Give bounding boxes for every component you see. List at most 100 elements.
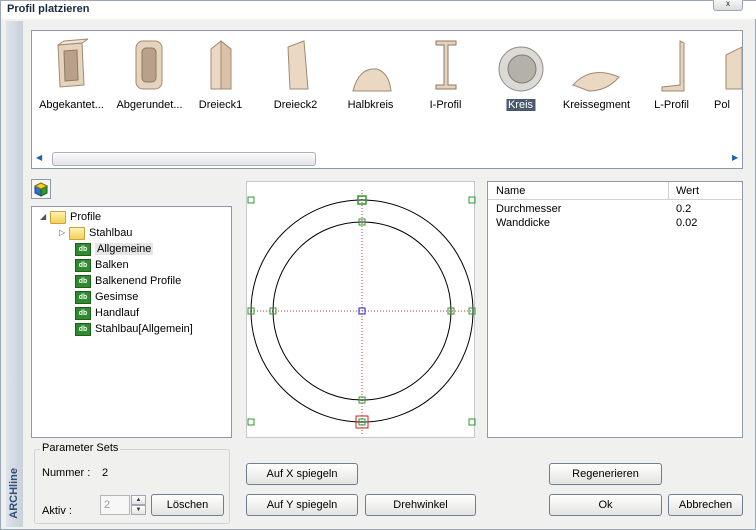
database-icon: db — [75, 290, 91, 304]
expand-triangle-icon[interactable]: ▷ — [59, 225, 69, 241]
preview-canvas — [247, 190, 476, 434]
profile-preview[interactable] — [246, 181, 476, 438]
circle-segment-profile-icon — [572, 72, 620, 92]
scroll-right-arrow-icon[interactable]: ▶ — [732, 153, 738, 162]
column-header-value[interactable]: Wert — [676, 185, 699, 197]
nummer-label: Nummer : — [42, 467, 91, 479]
tree-item-balken[interactable]: db Balken — [75, 257, 129, 273]
title-bar: Profil platzieren x — [1, 0, 756, 19]
parameter-sets-title: Parameter Sets — [40, 442, 121, 454]
tree-item-label: Balkenend Profile — [95, 275, 182, 287]
i-beam-profile-icon — [435, 40, 457, 90]
tree-item-label: Stahlbau — [89, 227, 133, 239]
folder-icon — [50, 210, 66, 224]
triangle2-profile-icon — [287, 40, 309, 90]
gallery-item-label: Dreieck2 — [273, 99, 318, 111]
gallery-scrollbar-thumb[interactable] — [52, 152, 316, 166]
column-separator[interactable] — [668, 182, 669, 199]
gallery-item-halbkreis[interactable]: Halbkreis — [333, 31, 408, 121]
tree-item-allgemeine[interactable]: db Allgemeine — [75, 241, 154, 257]
corner-handle — [247, 418, 255, 426]
gallery-item-kreissegment[interactable]: Kreissegment — [559, 31, 634, 121]
profile-tree: ◢ Profile ▷ Stahlbau db Allgemeine db Balken… — [31, 206, 232, 438]
aktiv-label: Aktiv : — [42, 505, 72, 517]
tree-item-label: Allgemeine — [95, 243, 154, 255]
database-icon: db — [75, 306, 91, 320]
corner-handle — [468, 418, 476, 426]
spin-up-icon[interactable]: ▲ — [131, 495, 146, 505]
database-icon: db — [75, 322, 91, 336]
corner-handle — [247, 196, 255, 204]
triangle1-profile-icon — [210, 39, 232, 90]
mirror-x-button[interactable]: Auf X spiegeln — [246, 463, 358, 485]
gallery-item-dreieck2[interactable]: Dreieck2 — [258, 31, 333, 121]
gallery-item-label: Kreissegment — [562, 99, 631, 111]
l-profile-icon — [661, 40, 685, 92]
gallery-item-label: Dreieck1 — [198, 99, 243, 111]
property-value[interactable]: 0.02 — [676, 216, 697, 230]
scroll-left-arrow-icon[interactable]: ◀ — [36, 153, 42, 162]
tree-item-label: Stahlbau[Allgemein] — [95, 323, 193, 335]
property-name: Wanddicke — [496, 217, 551, 229]
profile-gallery: Abgekantet... Abgerundet... Dreieck1 Dre… — [31, 30, 743, 169]
tree-item-gesimse[interactable]: db Gesimse — [75, 289, 138, 305]
gallery-item-i-profil[interactable]: I-Profil — [408, 31, 483, 121]
window-title: Profil platzieren — [7, 3, 90, 15]
cube-icon — [33, 182, 49, 197]
gallery-item-label: Pol — [714, 99, 730, 111]
gallery-item-kreis[interactable]: Kreis — [483, 31, 558, 121]
column-header-name[interactable]: Name — [496, 185, 525, 197]
rectangular-tube-icon — [57, 38, 89, 88]
view-cube-button[interactable] — [31, 179, 51, 199]
aktiv-spinner-input[interactable]: 2 — [100, 495, 130, 515]
property-name: Durchmesser — [496, 203, 562, 215]
close-button[interactable]: x — [713, 0, 743, 11]
database-icon: db — [75, 242, 91, 256]
gallery-item-label: Abgerundet... — [116, 99, 183, 111]
tree-item-label: Profile — [70, 211, 102, 223]
rotation-button[interactable]: Drehwinkel — [365, 494, 476, 516]
gallery-item-l-profil[interactable]: L-Profil — [634, 31, 709, 121]
folder-icon — [69, 226, 85, 240]
delete-set-button[interactable]: Löschen — [151, 494, 224, 516]
tree-item-balkenend-profile[interactable]: db Balkenend Profile — [75, 273, 181, 289]
tree-item-handlauf[interactable]: db Handlauf — [75, 305, 139, 321]
property-value[interactable]: 0.2 — [676, 202, 691, 216]
tree-item-label: Gesimse — [95, 291, 139, 303]
brand-strip: ARCHline — [6, 21, 23, 527]
tree-item-root[interactable]: ◢ Profile — [40, 209, 101, 225]
right-handle — [468, 307, 476, 315]
gallery-item-label: Kreis — [505, 99, 536, 111]
tree-item-label: Balken — [95, 259, 129, 271]
gallery-item-abgerundet[interactable]: Abgerundet... — [112, 31, 187, 121]
gallery-item-label: L-Profil — [654, 99, 689, 111]
rounded-tube-icon — [135, 40, 163, 90]
spin-down-icon[interactable]: ▼ — [131, 505, 146, 515]
database-icon: db — [75, 258, 91, 272]
tree-item-label: Handlauf — [95, 307, 140, 319]
tree-item-stahlbau[interactable]: ▷ Stahlbau — [59, 225, 132, 241]
half-circle-profile-icon — [352, 68, 392, 92]
gallery-item-dreieck1[interactable]: Dreieck1 — [183, 31, 258, 121]
cancel-button[interactable]: Abbrechen — [668, 494, 743, 516]
polygon-profile-icon — [725, 46, 742, 90]
mirror-y-button[interactable]: Auf Y spiegeln — [246, 494, 358, 516]
gallery-item-label: Halbkreis — [347, 99, 394, 111]
database-icon: db — [75, 274, 91, 288]
properties-table: Name Wert Durchmesser 0.2 Wanddicke 0.02 — [487, 181, 743, 438]
gallery-item-abgekantet[interactable]: Abgekantet... — [34, 31, 109, 121]
nummer-value: 2 — [102, 467, 109, 479]
circle-tube-icon — [498, 46, 544, 92]
brand-label: ARCHline — [8, 468, 20, 519]
ok-button[interactable]: Ok — [549, 494, 662, 516]
table-row[interactable]: Wanddicke 0.02 — [488, 216, 742, 230]
gallery-item-label: I-Profil — [429, 99, 462, 111]
gallery-item-pol[interactable]: Pol — [702, 31, 742, 121]
properties-header: Name Wert — [488, 182, 742, 200]
corner-handle — [468, 196, 476, 204]
gallery-item-label: Abgekantet... — [39, 99, 104, 111]
collapse-triangle-icon[interactable]: ◢ — [40, 209, 50, 225]
tree-item-stahlbau-allgemein[interactable]: db Stahlbau[Allgemein] — [75, 321, 193, 337]
table-row[interactable]: Durchmesser 0.2 — [488, 202, 742, 216]
regenerate-button[interactable]: Regenerieren — [549, 463, 662, 485]
